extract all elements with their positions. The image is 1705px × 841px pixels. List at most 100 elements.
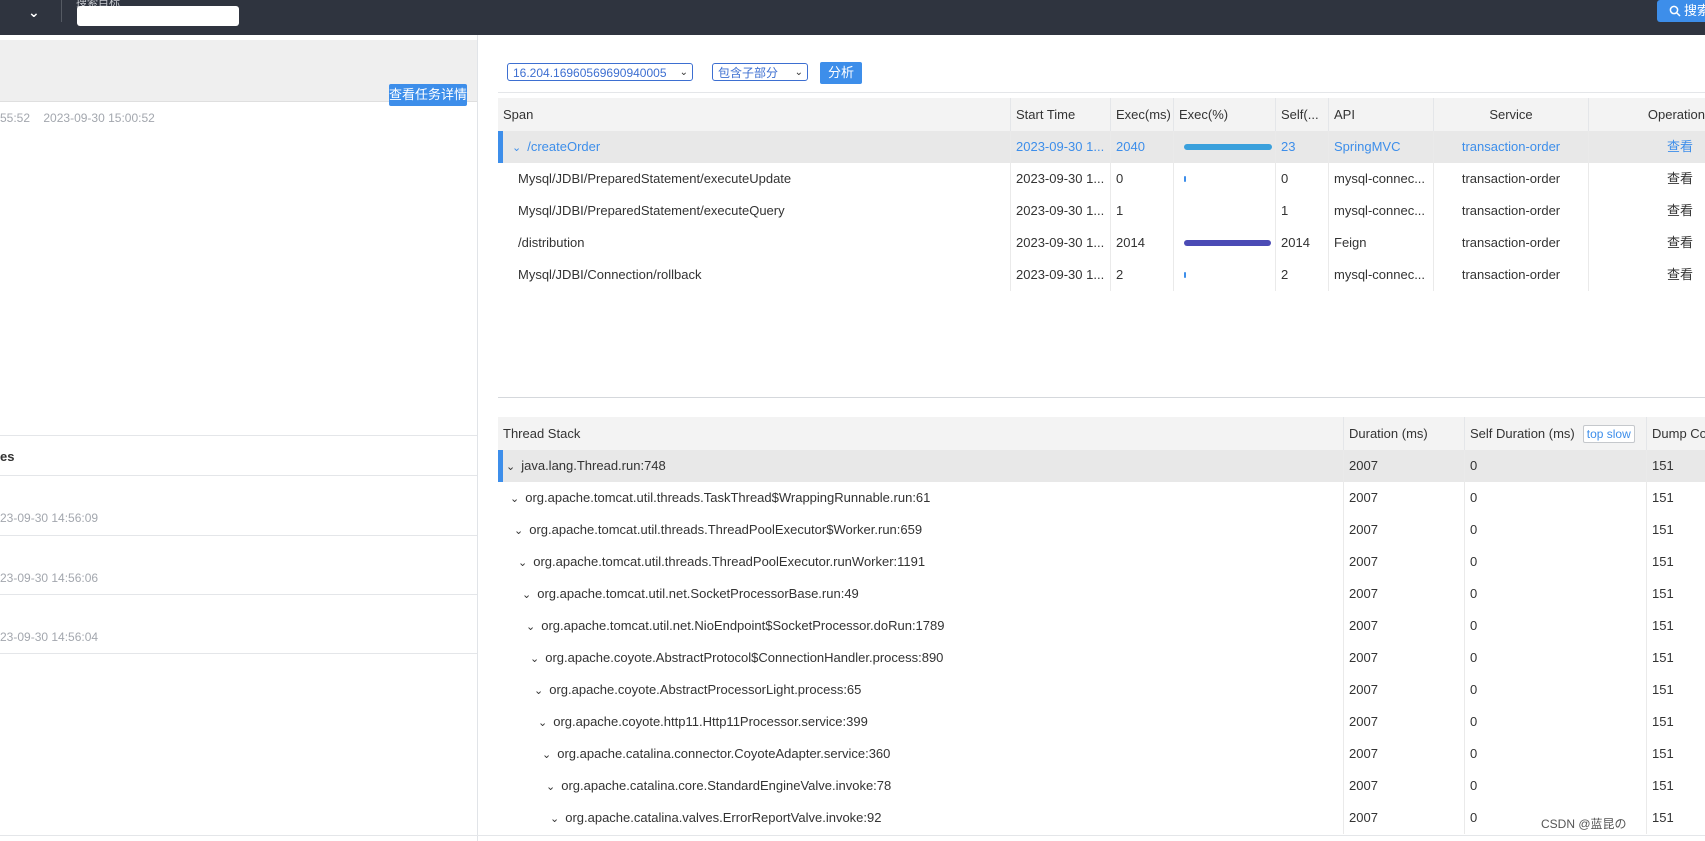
chevron-down-icon[interactable]: ⌄: [526, 611, 535, 642]
stack-cell-duration: 2007: [1344, 610, 1465, 642]
span-cell-span: Mysql/JDBI/Connection/rollback: [498, 259, 1011, 291]
span-cell-exec: 2040: [1111, 131, 1174, 163]
span-cell-pct: [1174, 259, 1276, 291]
stack-cell-name: ⌄ org.apache.tomcat.util.threads.TaskThre…: [498, 482, 1344, 514]
stack-row[interactable]: ⌄ org.apache.tomcat.util.threads.ThreadPo…: [498, 546, 1705, 578]
stack-cell-self: 0: [1465, 514, 1647, 546]
thread-stack-table: Thread Stack Duration (ms) Self Duration…: [498, 417, 1705, 841]
stack-cell-duration: 2007: [1344, 770, 1465, 802]
chevron-down-icon[interactable]: ⌄: [550, 803, 559, 834]
stack-cell-duration: 2007: [1344, 514, 1465, 546]
stack-cell-dump: 151: [1652, 746, 1674, 761]
header-thread-stack: Thread Stack: [498, 417, 1344, 450]
stack-cell-name: ⌄ java.lang.Thread.run:748: [498, 450, 1344, 482]
span-cell-span: /distribution: [498, 227, 1011, 259]
thread-stack-header: Thread Stack Duration (ms) Self Duration…: [498, 417, 1705, 450]
stack-cell-duration: 2007: [1344, 482, 1465, 514]
stack-cell-self: 0: [1465, 674, 1647, 706]
stack-cell-duration: 2007: [1344, 642, 1465, 674]
stack-row[interactable]: ⌄ org.apache.coyote.http11.Http11Processo…: [498, 706, 1705, 738]
chevron-down-icon[interactable]: ⌄: [512, 132, 521, 163]
span-name: /createOrder: [527, 139, 601, 154]
span-cell-api: mysql-connec...: [1329, 259, 1434, 291]
divider: [0, 653, 477, 654]
stack-cell-self: 0: [1465, 482, 1647, 514]
span-cell-pct: [1174, 163, 1276, 195]
top-slow-button[interactable]: top slow: [1582, 425, 1635, 443]
stack-cell-duration: 2007: [1344, 546, 1465, 578]
stack-row[interactable]: ⌄ org.apache.coyote.AbstractProtocol$Conn…: [498, 642, 1705, 674]
span-row[interactable]: /distribution 2023-09-30 1... 2014 2014 Feig…: [498, 227, 1705, 259]
exec-pct-bar-fill: [1184, 144, 1272, 150]
stack-row[interactable]: ⌄ org.apache.tomcat.util.net.NioEndpoint$…: [498, 610, 1705, 642]
stack-cell-duration: 2007: [1344, 802, 1465, 834]
stack-row[interactable]: ⌄ org.apache.catalina.valves.ErrorReportV…: [498, 802, 1705, 834]
stack-cell-dump: 151: [1652, 682, 1674, 697]
list-item-time[interactable]: 23-09-30 14:56:09: [0, 511, 98, 525]
chevron-down-icon[interactable]: ⌄: [506, 451, 515, 482]
stack-row[interactable]: ⌄ org.apache.tomcat.util.threads.TaskThre…: [498, 482, 1705, 514]
span-cell-op[interactable]: 查看: [1589, 227, 1705, 259]
span-cell-start: 2023-09-30 1...: [1011, 227, 1111, 259]
span-name: Mysql/JDBI/Connection/rollback: [518, 267, 702, 282]
scope-select[interactable]: 包含子部分 ⌄: [712, 63, 808, 81]
stack-cell-name: ⌄ org.apache.tomcat.util.threads.ThreadPo…: [498, 514, 1344, 546]
divider: [61, 0, 62, 22]
span-cell-self: 0: [1276, 163, 1329, 195]
task-detail-button[interactable]: 查看任务详情: [389, 84, 467, 106]
span-row[interactable]: ⌄ /createOrder 2023-09-30 1... 2040 23 Spring…: [498, 131, 1705, 163]
chevron-down-icon[interactable]: ⌄: [28, 4, 40, 21]
span-cell-api: mysql-connec...: [1329, 163, 1434, 195]
chevron-down-icon[interactable]: ⌄: [522, 579, 531, 610]
chevron-down-icon[interactable]: ⌄: [542, 739, 551, 770]
span-cell-op[interactable]: 查看: [1589, 131, 1705, 163]
header-start-time: Start Time: [1011, 98, 1111, 131]
stack-cell-name: ⌄ org.apache.catalina.core.StandardEngine…: [498, 770, 1344, 802]
span-row[interactable]: Mysql/JDBI/Connection/rollback 2023-09-30…: [498, 259, 1705, 291]
chevron-down-icon[interactable]: ⌄: [510, 483, 519, 514]
span-cell-api: mysql-connec...: [1329, 195, 1434, 227]
stack-cell-name: ⌄ org.apache.coyote.http11.Http11Processo…: [498, 706, 1344, 738]
stack-row[interactable]: ⌄ java.lang.Thread.run:748 2007 0 151: [498, 450, 1705, 482]
chevron-down-icon[interactable]: ⌄: [534, 675, 543, 706]
header-self-duration-label: Self Duration (ms): [1470, 426, 1575, 441]
instance-select[interactable]: 16.204.16960569690940005 ⌄: [507, 63, 693, 81]
search-button[interactable]: 搜索: [1657, 0, 1705, 22]
stack-frame-name: org.apache.catalina.valves.ErrorReportVa…: [565, 810, 882, 825]
analyze-button[interactable]: 分析: [820, 62, 862, 84]
stack-cell-duration: 2007: [1344, 706, 1465, 738]
span-cell-op[interactable]: 查看: [1589, 259, 1705, 291]
span-name: Mysql/JDBI/PreparedStatement/executeQuer…: [518, 203, 785, 218]
chevron-down-icon[interactable]: ⌄: [546, 771, 555, 802]
stack-cell-name: ⌄ org.apache.coyote.AbstractProcessorLigh…: [498, 674, 1344, 706]
chevron-down-icon[interactable]: ⌄: [518, 547, 527, 578]
header-service: Service: [1434, 98, 1589, 131]
divider: [0, 475, 477, 476]
chevron-down-icon[interactable]: ⌄: [530, 643, 539, 674]
stack-cell-duration: 2007: [1344, 738, 1465, 770]
span-cell-op[interactable]: 查看: [1589, 195, 1705, 227]
stack-row[interactable]: ⌄ org.apache.coyote.AbstractProcessorLigh…: [498, 674, 1705, 706]
span-cell-op[interactable]: 查看: [1589, 163, 1705, 195]
stack-row[interactable]: ⌄ org.apache.tomcat.util.net.SocketProces…: [498, 578, 1705, 610]
span-row[interactable]: Mysql/JDBI/PreparedStatement/executeUpda…: [498, 163, 1705, 195]
stack-row[interactable]: ⌄ org.apache.catalina.core.StandardEngine…: [498, 770, 1705, 802]
stack-cell-dump: 151: [1652, 490, 1674, 505]
stack-row[interactable]: ⌄ org.apache.tomcat.util.threads.ThreadPo…: [498, 514, 1705, 546]
stack-cell-name: ⌄ org.apache.coyote.AbstractProtocol$Conn…: [498, 642, 1344, 674]
span-cell-service: transaction-order: [1434, 195, 1589, 227]
span-row[interactable]: Mysql/JDBI/PreparedStatement/executeQuer…: [498, 195, 1705, 227]
exec-pct-bar: [1184, 272, 1272, 278]
task-end-time: 2023-09-30 15:00:52: [43, 111, 155, 125]
span-cell-start: 2023-09-30 1...: [1011, 163, 1111, 195]
span-cell-service: transaction-order: [1434, 227, 1589, 259]
section-title: es: [0, 449, 15, 464]
list-item-time[interactable]: 23-09-30 14:56:04: [0, 630, 98, 644]
target-input[interactable]: [77, 6, 239, 26]
list-item-time[interactable]: 23-09-30 14:56:06: [0, 571, 98, 585]
chevron-down-icon[interactable]: ⌄: [538, 707, 547, 738]
chevron-down-icon[interactable]: ⌄: [514, 515, 523, 546]
stack-cell-name: ⌄ org.apache.catalina.connector.CoyoteAda…: [498, 738, 1344, 770]
stack-row[interactable]: ⌄ org.apache.catalina.connector.CoyoteAda…: [498, 738, 1705, 770]
header-exec-ms: Exec(ms): [1111, 98, 1174, 131]
